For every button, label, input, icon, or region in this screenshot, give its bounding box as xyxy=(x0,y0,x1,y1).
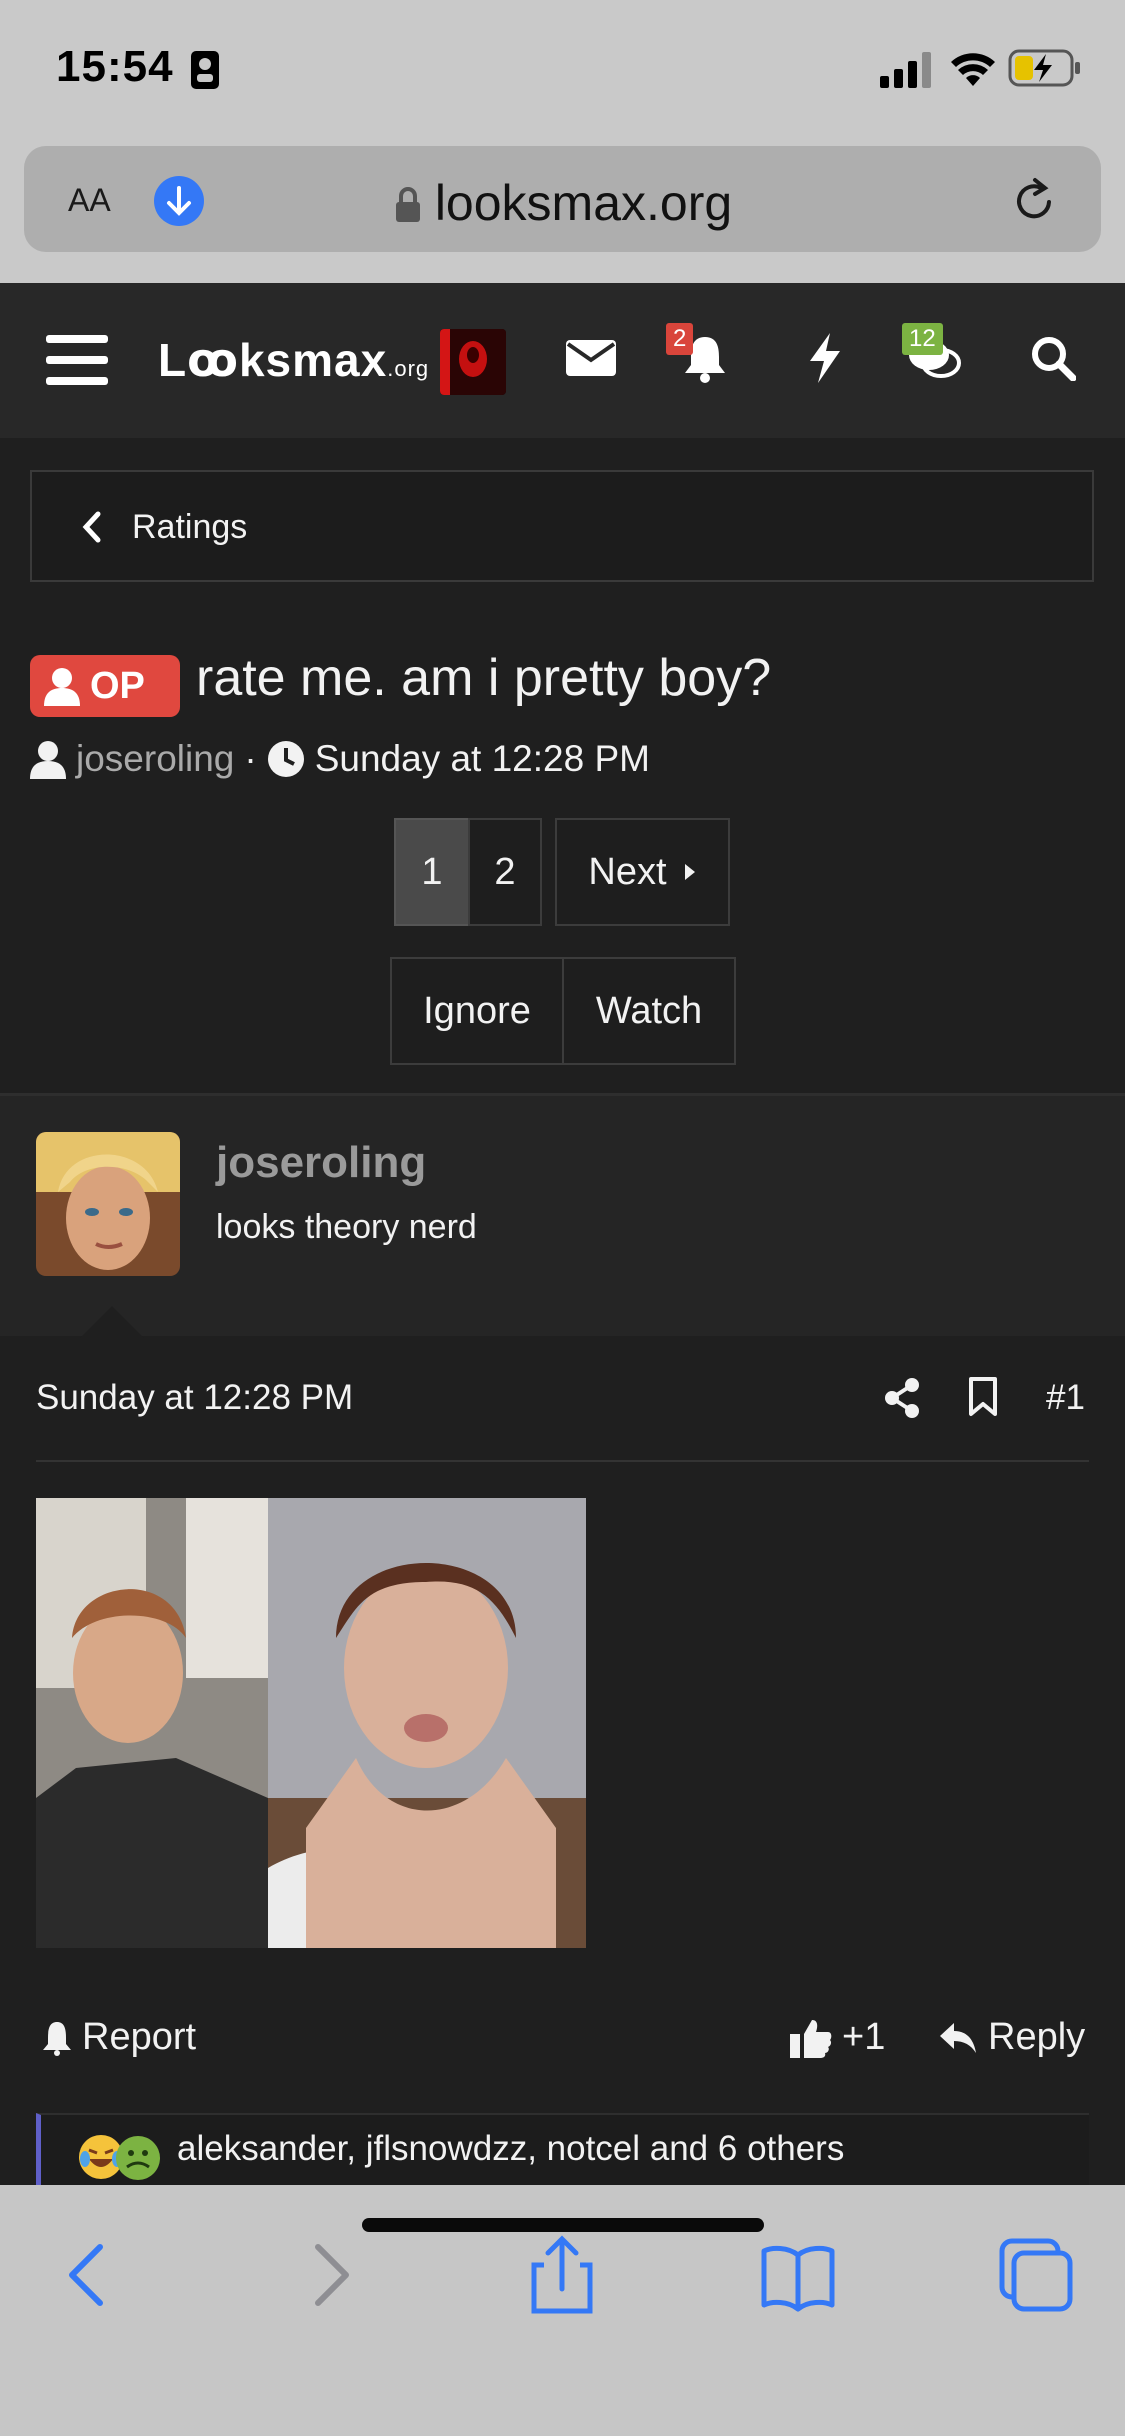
thread-title: rate me. am i pretty boy? xyxy=(196,649,772,707)
clock-icon xyxy=(267,741,304,777)
author-username[interactable]: joseroling xyxy=(216,1138,426,1188)
bookmark-icon[interactable] xyxy=(968,1376,998,1418)
lightning-icon[interactable] xyxy=(790,323,860,393)
menu-icon[interactable] xyxy=(46,333,108,387)
thread-meta: joseroling · Sunday at 12:28 PM xyxy=(30,738,650,780)
share-sheet-icon[interactable] xyxy=(522,2235,602,2315)
meta-separator: · xyxy=(244,738,257,779)
reply-button[interactable]: Reply xyxy=(938,2016,1085,2059)
breadcrumb[interactable]: Ratings xyxy=(30,470,1094,582)
back-icon[interactable] xyxy=(48,2235,128,2315)
thumbs-up-icon xyxy=(790,2019,832,2058)
page-1-button[interactable]: 1 xyxy=(394,818,470,926)
breadcrumb-label: Ratings xyxy=(132,508,248,546)
watch-button[interactable]: Watch xyxy=(562,957,736,1065)
reply-icon xyxy=(940,2022,976,2053)
home-indicator[interactable] xyxy=(362,2218,764,2232)
search-icon[interactable] xyxy=(1018,323,1088,393)
reactions-bar[interactable]: aleksander, jflsnowdzz, notcel and 6 oth… xyxy=(36,2113,1089,2193)
forward-icon[interactable] xyxy=(290,2235,370,2315)
envelope-icon[interactable] xyxy=(556,323,626,393)
reload-icon[interactable] xyxy=(1009,176,1061,228)
author-user-title: looks theory nerd xyxy=(216,1208,477,1246)
site-header: Lꝏksmax.org 2 12 xyxy=(0,283,1125,438)
conversations-badge: 12 xyxy=(902,323,943,355)
lock-icon xyxy=(395,187,420,222)
tabs-icon[interactable] xyxy=(996,2235,1076,2315)
next-page-button[interactable]: Next xyxy=(555,818,730,926)
user-icon xyxy=(30,741,66,779)
url-domain: looksmax.org xyxy=(24,174,1101,232)
status-time: 15:54 xyxy=(56,42,174,91)
id-card-icon xyxy=(191,51,219,89)
bell-icon xyxy=(43,2021,71,2056)
user-avatar[interactable] xyxy=(440,329,506,395)
back-chevron-icon xyxy=(82,511,101,543)
thread-author-link[interactable]: joseroling xyxy=(76,738,234,780)
post-number[interactable]: #1 xyxy=(1046,1378,1085,1418)
page-2-button[interactable]: 2 xyxy=(468,818,542,926)
alerts-badge: 2 xyxy=(666,323,694,355)
divider xyxy=(36,1460,1089,1462)
like-count: +1 xyxy=(842,2016,886,2058)
like-button[interactable]: +1 xyxy=(790,2016,885,2059)
site-logo[interactable]: Lꝏksmax.org xyxy=(158,333,429,387)
user-icon xyxy=(44,668,80,706)
message-pointer xyxy=(80,1306,144,1338)
post-image[interactable] xyxy=(36,1498,586,1948)
battery-charging-icon xyxy=(1008,49,1080,87)
cellular-signal-icon xyxy=(880,52,931,88)
report-button[interactable]: Report xyxy=(42,2016,196,2059)
url-field[interactable]: AA looksmax.org xyxy=(24,146,1101,252)
bookmarks-icon[interactable] xyxy=(758,2235,838,2315)
reactions-summary: aleksander, jflsnowdzz, notcel and 6 oth… xyxy=(177,2129,845,2168)
nauseated-emoji-icon xyxy=(116,2136,160,2180)
post-date[interactable]: Sunday at 12:28 PM xyxy=(36,1378,353,1418)
share-icon[interactable] xyxy=(884,1378,920,1418)
ignore-button[interactable]: Ignore xyxy=(390,957,564,1065)
safari-address-bar: AA looksmax.org xyxy=(0,140,1125,283)
caret-right-icon xyxy=(684,864,695,880)
status-bar: 15:54 xyxy=(0,0,1125,140)
author-avatar[interactable] xyxy=(36,1132,180,1276)
thread-date[interactable]: Sunday at 12:28 PM xyxy=(315,738,650,780)
wifi-icon xyxy=(951,53,995,86)
post-author-block: joseroling looks theory nerd xyxy=(0,1096,1125,1336)
op-badge: OP xyxy=(30,655,180,717)
